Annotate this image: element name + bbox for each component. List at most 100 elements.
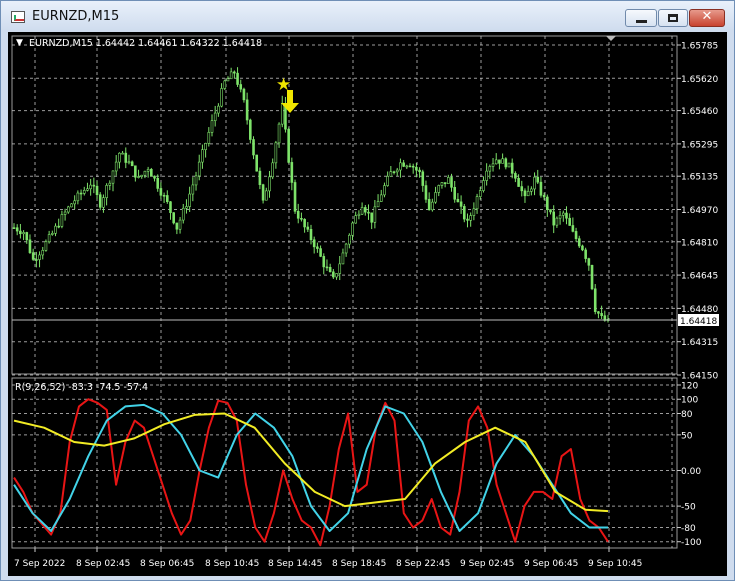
indicator-tick-label: -100 (681, 538, 702, 548)
candle-body (25, 232, 29, 241)
candle-body (261, 184, 265, 201)
candle-body (223, 80, 227, 89)
candle-body (542, 194, 546, 198)
candle-body (188, 193, 191, 207)
price-tick-label: 1.64150 (681, 372, 718, 382)
candle-body (491, 163, 495, 167)
close-icon: ✕ (701, 9, 713, 24)
chart-window-icon[interactable] (11, 11, 25, 23)
price-tick-label: 1.64970 (681, 206, 718, 216)
candle-body (552, 211, 556, 226)
candle-body (526, 191, 530, 197)
candle-body (38, 254, 41, 260)
candle-body (242, 88, 246, 101)
candle-body (370, 212, 373, 223)
candle-body (459, 201, 463, 207)
candle-body (421, 171, 425, 186)
candle-body (389, 171, 393, 177)
time-tick-label: 7 Sep 2022 (14, 559, 65, 569)
price-tick-label: 1.65620 (681, 75, 718, 85)
candle-body (434, 192, 437, 203)
candle-body (108, 182, 112, 186)
candle-body (156, 177, 160, 189)
scroll-marker-icon[interactable] (606, 36, 616, 41)
candle-body (561, 212, 565, 216)
indicator-tick-label: 100 (681, 396, 698, 406)
candle-body (102, 197, 105, 208)
maximize-button[interactable] (658, 9, 688, 27)
candle-body (86, 188, 89, 191)
candle-body (351, 222, 354, 236)
candle-body (226, 78, 230, 82)
candle-body (28, 239, 32, 253)
candle-body (57, 225, 61, 228)
price-tick-label: 1.64480 (681, 305, 718, 315)
candle-body (514, 173, 517, 179)
candle-body (89, 184, 92, 190)
main-grid (12, 36, 677, 376)
candle-body (510, 162, 514, 174)
candle-body (105, 185, 108, 198)
current-price-label: 1.64418 (680, 317, 717, 327)
candle-body (488, 166, 492, 172)
candle-body (252, 139, 255, 156)
candle-body (73, 200, 76, 205)
candle-body (392, 171, 396, 173)
candle-body (309, 229, 313, 241)
panel-collapse-icon[interactable]: ▼ (16, 38, 23, 48)
candle-body (54, 225, 57, 234)
candle-body (175, 222, 179, 230)
candle-body (462, 206, 466, 220)
time-tick-label: 8 Sep 10:45 (205, 559, 259, 569)
time-tick-label: 8 Sep 02:45 (76, 559, 130, 569)
candle-body (140, 174, 144, 177)
title-bar[interactable]: EURNZD,M15 ✕ (1, 1, 734, 33)
candle-body (274, 142, 278, 164)
red-series-line (13, 398, 609, 547)
candle-body (443, 182, 447, 184)
candle-body (399, 162, 402, 171)
chart-area[interactable]: 1.65785 1.65620 1.65460 1.65295 1.65135 1.649… (8, 32, 727, 576)
candle-body (348, 234, 351, 245)
candle-body (501, 158, 504, 164)
minimize-icon (636, 20, 647, 23)
candle-body (162, 194, 166, 197)
candle-body (178, 219, 182, 230)
candle-body (312, 239, 316, 248)
candle-body (277, 123, 281, 144)
candle-body (245, 99, 249, 121)
minimize-button[interactable] (625, 9, 657, 27)
candle-body (249, 119, 252, 140)
candle-body (143, 170, 147, 176)
candle-body (12, 227, 16, 229)
candle-body (316, 246, 319, 249)
candle-body (590, 264, 594, 290)
candle-body (47, 234, 51, 243)
candle-body (546, 196, 549, 210)
time-tick-label: 9 Sep 10:45 (588, 559, 642, 569)
candle-body (383, 185, 386, 196)
candle-body (121, 152, 124, 155)
close-button[interactable]: ✕ (689, 9, 725, 27)
candle-body (555, 217, 559, 226)
indicator-tick-label: 80 (681, 410, 693, 420)
candle-body (319, 248, 322, 257)
candle-body (354, 215, 358, 224)
candle-body (146, 168, 150, 172)
candle-body (332, 271, 335, 278)
candle-body (549, 209, 552, 213)
candle-body (165, 195, 169, 202)
candle-body (35, 259, 38, 261)
candle-body (367, 211, 370, 214)
candle-body (290, 162, 294, 183)
chart-canvas[interactable]: 1.65785 1.65620 1.65460 1.65295 1.65135 1.649… (8, 32, 727, 576)
candle-body (70, 203, 73, 208)
candle-body (360, 207, 364, 215)
cyan-series-line (13, 403, 608, 532)
candle-body (306, 226, 310, 230)
candle-body (565, 212, 568, 219)
candle-body (450, 177, 453, 188)
candle-body (466, 218, 469, 221)
candle-body (63, 211, 67, 215)
candle-body (539, 181, 543, 196)
